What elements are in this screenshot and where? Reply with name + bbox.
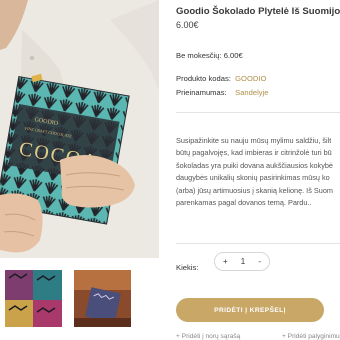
quantity-increase-button[interactable]: + [223, 257, 228, 266]
quantity-stepper: + 1 - [214, 252, 270, 271]
description-line: (arba) jūsų artimuosius į skanią kelionę… [176, 185, 333, 195]
divider [176, 112, 340, 113]
divider [176, 243, 340, 244]
quantity-decrease-button[interactable]: - [258, 257, 261, 266]
description-line: parenkamas pagal dovanos temą. Pardu.. [176, 198, 312, 208]
add-to-compare-link[interactable]: + Pridėti palyginimu [282, 333, 340, 340]
add-to-cart-button[interactable]: PRIDĖTI Į KREPŠELĮ [176, 298, 324, 322]
add-to-wishlist-link[interactable]: + Pridėti į norų sąrašą [176, 333, 240, 340]
description-line: šokoladas yra puiki dovana aukščiausios … [176, 160, 333, 170]
description-line: daugybės unikalių skonių pasirinkimas mū… [176, 173, 330, 183]
availability-row: Prieinamumas: Sandelyje [176, 88, 268, 97]
availability-value: Sandelyje [235, 88, 269, 97]
description-line: būtų pagalvojęs, kad imbieras ir citrinž… [176, 148, 332, 158]
product-thumbnail-2[interactable] [74, 270, 131, 327]
product-price: 6.00€ [176, 20, 199, 30]
product-code-value[interactable]: GOODIO [235, 74, 266, 83]
product-description: Susipažinkite su nauju mūsų mylimu saldž… [176, 135, 340, 209]
quantity-label: Kiekis: [176, 263, 199, 272]
product-main-image[interactable]: GOODIO FINE CRAFT CHOCOLATE COCOA [0, 0, 159, 258]
description-line: Susipažinkite su nauju mūsų mylimu saldž… [176, 136, 332, 145]
availability-label: Prieinamumas: [176, 88, 227, 97]
quantity-value[interactable]: 1 [241, 257, 245, 266]
product-code-row: Produkto kodas: GOODIO [176, 74, 266, 83]
product-code-label: Produkto kodas: [176, 74, 231, 83]
product-title: Goodio Šokolado Plytelė Iš Suomijos [176, 6, 340, 17]
price-without-tax: Be mokesčių: 6.00€ [176, 51, 243, 60]
product-thumbnail-1[interactable] [5, 270, 62, 327]
